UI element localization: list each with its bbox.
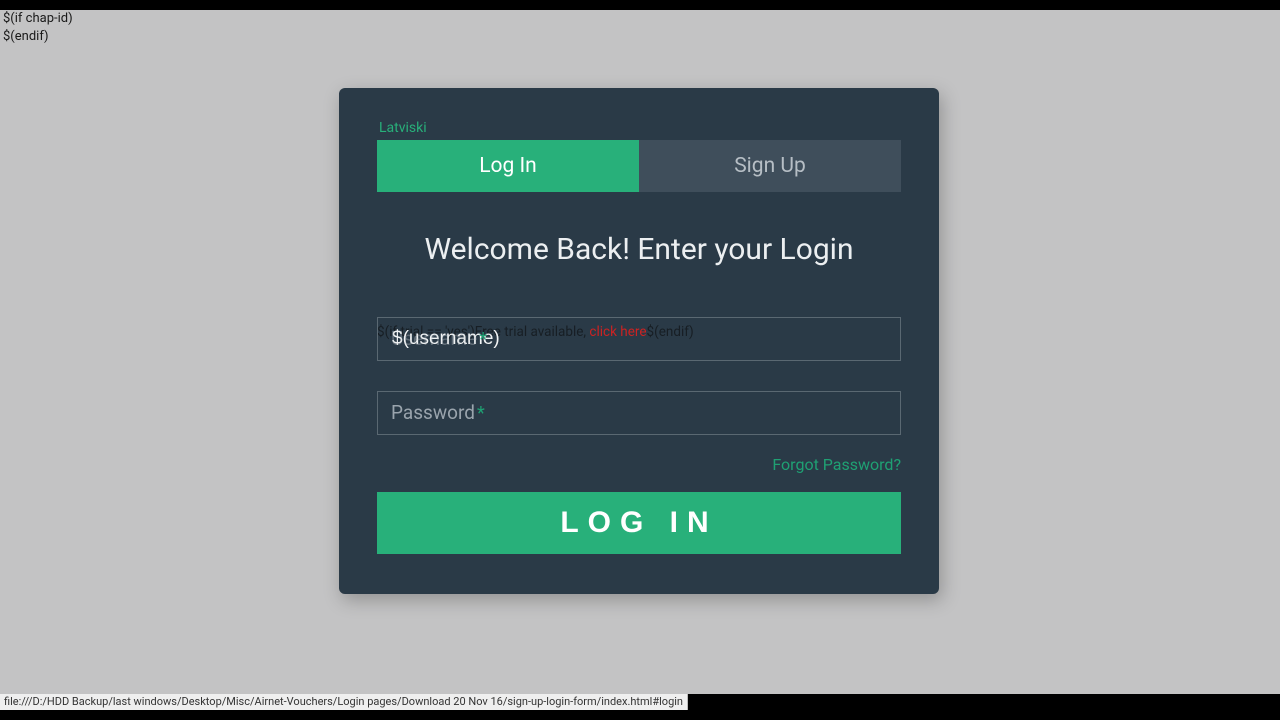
welcome-heading: Welcome Back! Enter your Login — [377, 232, 901, 267]
username-wrap: Username* — [377, 317, 901, 361]
username-input[interactable] — [377, 317, 901, 361]
password-input[interactable] — [377, 391, 901, 435]
browser-status-bar: file:///D:/HDD Backup/last windows/Deskt… — [0, 694, 688, 710]
window-top-bar — [0, 0, 1280, 10]
language-link[interactable]: Latviski — [377, 120, 901, 136]
tab-signup[interactable]: Sign Up — [639, 140, 901, 192]
template-line-2: $(endif) — [3, 28, 73, 46]
page-body: $(if chap-id) $(endif) Latviski Log In S… — [0, 10, 1280, 694]
login-button[interactable]: LOG IN — [377, 492, 901, 554]
auth-tabs: Log In Sign Up — [377, 140, 901, 192]
login-card: Latviski Log In Sign Up Welcome Back! En… — [339, 88, 939, 594]
template-line-1: $(if chap-id) — [3, 10, 73, 28]
forgot-password-link[interactable]: Forgot Password? — [377, 455, 901, 474]
template-directives: $(if chap-id) $(endif) — [3, 10, 73, 45]
tab-login[interactable]: Log In — [377, 140, 639, 192]
password-wrap: Password* — [377, 391, 901, 435]
